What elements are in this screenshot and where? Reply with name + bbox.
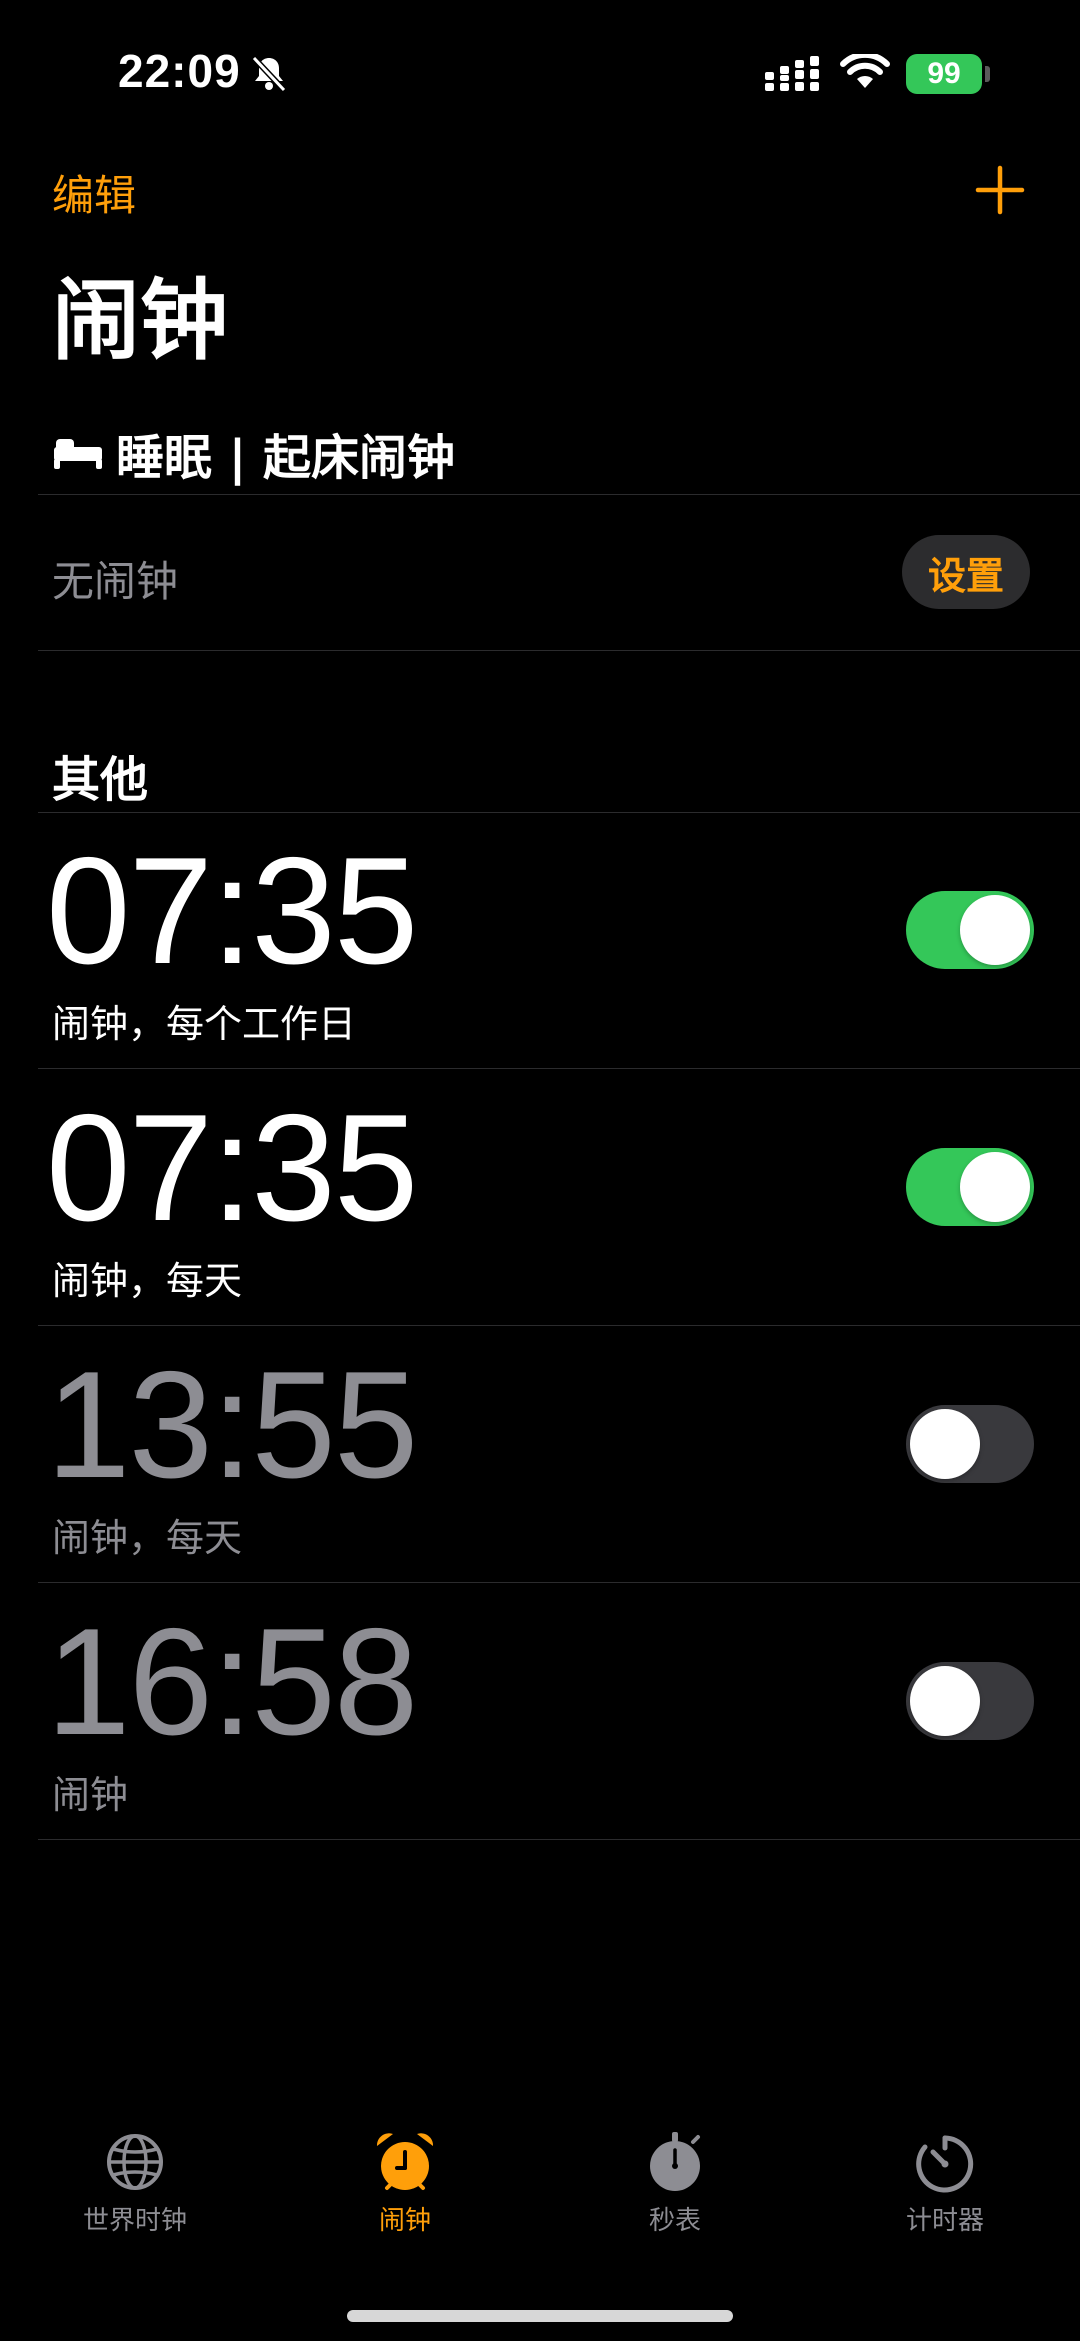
tab-label: 世界时钟 — [82, 2206, 187, 2236]
alarm-row[interactable]: 13:55 闹钟，每天 — [0, 1327, 1080, 1583]
toggle-knob — [910, 1409, 980, 1479]
alarm-time: 16:58 — [46, 1597, 418, 1767]
tab-label: 闹钟 — [378, 2206, 431, 2236]
alarm-label: 闹钟，每天 — [52, 1516, 243, 1560]
alarm-time: 07:35 — [46, 826, 418, 996]
status-time: 22:09 — [118, 45, 241, 97]
alarm-time: 07:35 — [46, 1083, 418, 1253]
other-section-header: 其他 — [52, 752, 149, 808]
battery-indicator: 99 — [906, 54, 982, 94]
edit-button[interactable]: 编辑 — [52, 162, 136, 223]
alarm-toggle[interactable] — [906, 1148, 1034, 1226]
alarm-toggle[interactable] — [906, 1405, 1034, 1483]
toggle-knob — [960, 895, 1030, 965]
alarm-row[interactable]: 16:58 闹钟 — [0, 1584, 1080, 1840]
no-alarm-text: 无闹钟 — [52, 557, 179, 606]
plus-icon[interactable] — [970, 160, 1030, 220]
alarm-label: 闹钟，每天 — [52, 1259, 243, 1303]
alarm-toggle[interactable] — [906, 1662, 1034, 1740]
alarm-time: 13:55 — [46, 1340, 418, 1510]
tab-timer[interactable]: 计时器 — [810, 2130, 1080, 2270]
tab-stopwatch[interactable]: 秒表 — [540, 2130, 810, 2270]
cellular-signal-icon — [765, 56, 819, 91]
sleep-section-header: 睡眠 | 起床闹钟 — [52, 418, 455, 488]
toggle-knob — [960, 1152, 1030, 1222]
divider — [38, 1839, 1080, 1840]
divider — [38, 494, 1080, 495]
alarm-row[interactable]: 07:35 闹钟，每天 — [0, 1070, 1080, 1326]
bell-slash-icon — [251, 55, 287, 93]
timer-icon — [916, 2135, 974, 2193]
sleep-section-title: 睡眠 | 起床闹钟 — [116, 430, 455, 486]
tab-label: 计时器 — [905, 2206, 984, 2236]
globe-icon — [107, 2134, 163, 2190]
wifi-icon — [840, 54, 890, 88]
alarm-label: 闹钟，每个工作日 — [52, 1002, 357, 1046]
setup-button[interactable]: 设置 — [902, 535, 1030, 609]
battery-level: 99 — [927, 57, 961, 90]
page-title: 闹钟 — [52, 269, 229, 372]
alarm-label: 闹钟 — [52, 1773, 129, 1817]
stopwatch-icon — [650, 2132, 700, 2191]
toggle-knob — [910, 1666, 980, 1736]
home-indicator[interactable] — [347, 2310, 733, 2322]
alarm-clock-icon — [376, 2133, 434, 2190]
status-bar: 22:09 99 — [0, 0, 1080, 150]
alarm-row[interactable]: 07:35 闹钟，每个工作日 — [0, 813, 1080, 1069]
tab-bar: 世界时钟 闹钟 秒表 计时器 — [0, 2130, 1080, 2270]
divider — [38, 1325, 1080, 1326]
divider — [38, 1582, 1080, 1583]
tab-world-clock[interactable]: 世界时钟 — [0, 2130, 270, 2270]
battery-cap — [985, 66, 990, 82]
tab-label: 秒表 — [648, 2206, 701, 2236]
divider — [38, 650, 1080, 651]
divider — [38, 1068, 1080, 1069]
tab-alarm[interactable]: 闹钟 — [270, 2130, 540, 2270]
alarm-toggle[interactable] — [906, 891, 1034, 969]
bed-icon — [54, 439, 102, 469]
